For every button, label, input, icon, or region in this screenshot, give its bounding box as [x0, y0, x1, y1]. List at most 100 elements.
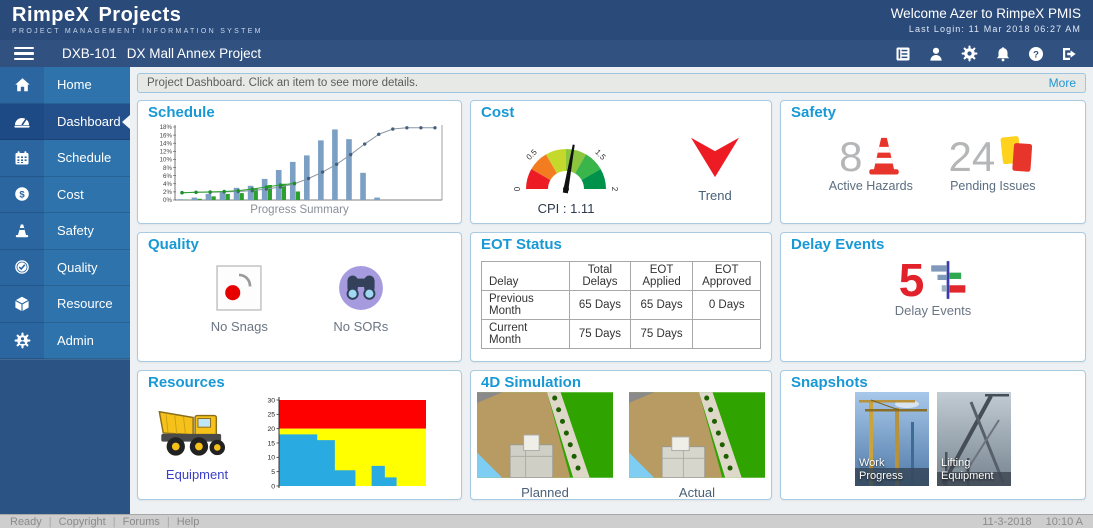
sidebar-item-schedule[interactable]: Schedule: [0, 140, 130, 177]
sidebar-item-label: Dashboard: [44, 103, 130, 140]
cpi-value-label: CPI : 1.11: [537, 201, 595, 216]
svg-text:6%: 6%: [163, 173, 172, 180]
cone-icon: [0, 213, 44, 250]
no-sors-label: No SORs: [333, 319, 389, 334]
simulation-card[interactable]: 4D Simulation Planned Actual: [470, 370, 772, 500]
svg-text:25: 25: [267, 412, 275, 419]
pending-issues-value: 24: [948, 133, 996, 181]
sidebar-item-home[interactable]: Home: [0, 67, 130, 104]
svg-text:30: 30: [267, 397, 275, 404]
project-bar: DXB-101 DX Mall Annex Project ?: [0, 40, 1093, 67]
svg-text:18%: 18%: [159, 124, 172, 131]
delay-events-card[interactable]: Delay Events 5 Delay Events: [780, 232, 1086, 362]
report-icon[interactable]: [895, 46, 911, 62]
sidebar-item-admin[interactable]: Admin: [0, 322, 130, 359]
resources-card[interactable]: Resources Equipment 0 5 10 15 20 25 30: [137, 370, 462, 500]
info-bar: Project Dashboard. Click an item to see …: [137, 73, 1086, 93]
sidebar-item-label: Safety: [44, 213, 130, 250]
eot-status-card[interactable]: EOT Status Delay Total Delays EOT Applie…: [470, 232, 772, 362]
actual-simulation[interactable]: Actual: [629, 392, 765, 499]
cpi-gauge: 0 0.5 1.5 2: [513, 144, 619, 194]
dashboard-gauge-icon: [0, 103, 44, 140]
active-hazards-value: 8: [839, 133, 863, 181]
status-link-forums[interactable]: Forums: [123, 516, 160, 528]
sidebar-item-label: Quality: [44, 249, 130, 286]
home-icon: [0, 67, 44, 104]
card-title: Safety: [791, 104, 837, 121]
settings-icon[interactable]: [961, 45, 978, 62]
sidebar-item-label: Resource: [44, 286, 130, 323]
equipment-label: Equipment: [165, 467, 229, 482]
snapshot-label: Work Progress: [859, 456, 904, 482]
card-title: Schedule: [148, 104, 215, 121]
more-link[interactable]: More: [1049, 76, 1076, 90]
svg-text:4%: 4%: [163, 181, 172, 188]
status-ready: Ready: [10, 515, 42, 528]
planned-simulation[interactable]: Planned: [477, 392, 613, 500]
eot-table: Delay Total Delays EOT Applied EOT Appro…: [480, 261, 761, 349]
sidebar-item-label: Home: [44, 67, 130, 104]
active-item-arrow: [122, 114, 130, 129]
dashboard-grid: Schedule 0% 2% 4% 6% 8% 10% 12% 14% 16% 18% Progr…: [137, 100, 1086, 500]
help-icon[interactable]: ?: [1028, 46, 1044, 62]
no-sors-item: No SORs: [333, 265, 388, 334]
welcome-block: Welcome Azer to RimpeX PMIS Last Login: …: [891, 4, 1081, 40]
sidebar-item-dashboard[interactable]: Dashboard: [0, 103, 130, 140]
welcome-message: Welcome Azer to RimpeX PMIS: [890, 6, 1081, 21]
pending-issues-stat: 24 Pending Issues: [948, 133, 1037, 193]
svg-text:$: $: [19, 190, 25, 201]
binoculars-icon: [338, 266, 383, 310]
brand-secondary: Projects: [98, 4, 182, 26]
cost-card[interactable]: Cost 0 0.5 1.5 2 CPI : 1.11 Trend: [470, 100, 772, 224]
svg-text:15: 15: [267, 440, 275, 447]
safety-card[interactable]: Safety 8 Active Hazards 24 Pending Issue…: [780, 100, 1086, 224]
notifications-icon[interactable]: [995, 46, 1011, 62]
eot-cell: 65 Days: [569, 290, 631, 320]
status-date: 11-3-2018: [982, 515, 1032, 528]
svg-text:20: 20: [267, 426, 275, 433]
status-link-help[interactable]: Help: [177, 516, 200, 528]
svg-text:0: 0: [513, 186, 522, 191]
sidebar-item-safety[interactable]: Safety: [0, 213, 130, 250]
calendar-icon: [0, 140, 44, 177]
snapshots-card[interactable]: Snapshots Work Progress Lifting Equipmen…: [780, 370, 1086, 500]
user-icon[interactable]: [928, 46, 944, 62]
svg-text:5: 5: [271, 469, 275, 476]
card-title: Snapshots: [791, 374, 868, 391]
logout-icon[interactable]: [1061, 46, 1077, 62]
dump-truck-icon: [158, 410, 225, 456]
card-title: Quality: [148, 236, 199, 253]
eot-header: EOT Applied: [629, 261, 694, 291]
trend-label: Trend: [698, 188, 732, 203]
menu-hamburger-icon[interactable]: [14, 44, 34, 64]
project-name: DX Mall Annex Project: [126, 46, 262, 61]
status-link-copyright[interactable]: Copyright: [59, 516, 106, 528]
sidebar-item-cost[interactable]: $ Cost: [0, 176, 130, 213]
sidebar-item-label: Cost: [44, 176, 130, 213]
equipment-item: Equipment: [156, 404, 238, 482]
schedule-card[interactable]: Schedule 0% 2% 4% 6% 8% 10% 12% 14% 16% 18% Progr…: [137, 100, 462, 224]
snapshot-lifting-equipment[interactable]: Lifting Equipment: [937, 392, 1011, 486]
sidebar-item-resource[interactable]: Resource: [0, 286, 130, 323]
snapshot-work-progress[interactable]: Work Progress: [855, 392, 929, 486]
card-title: 4D Simulation: [481, 374, 582, 391]
info-message: Project Dashboard. Click an item to see …: [147, 77, 419, 89]
svg-text:8%: 8%: [163, 165, 172, 172]
app-header: RimpeX Projects PROJECT MANAGEMENT INFORM…: [0, 0, 1093, 40]
app-tagline: PROJECT MANAGEMENT INFORMATION SYSTEM: [12, 28, 263, 35]
svg-text:0.5: 0.5: [525, 147, 540, 162]
sidebar-item-quality[interactable]: Quality: [0, 249, 130, 286]
svg-text:12%: 12%: [159, 149, 172, 156]
trend-down-arrow-icon: [691, 137, 739, 178]
quality-card[interactable]: Quality No Snags No SORs: [137, 232, 462, 362]
table-row: Current Month 75 Days 75 Days: [480, 319, 761, 349]
planned-site-image: [477, 392, 613, 479]
status-time: 10:10 A: [1045, 515, 1083, 528]
progress-summary-chart: 0%2%4%6%8%10%12% 14%16%18%: [159, 124, 442, 204]
eot-cell: [692, 319, 761, 349]
app-logo: RimpeX Projects: [12, 4, 263, 27]
sidebar-filler: [0, 359, 130, 514]
admin-gear-icon: [0, 322, 44, 359]
planned-label: Planned: [521, 485, 569, 500]
dollar-icon: $: [0, 176, 44, 213]
